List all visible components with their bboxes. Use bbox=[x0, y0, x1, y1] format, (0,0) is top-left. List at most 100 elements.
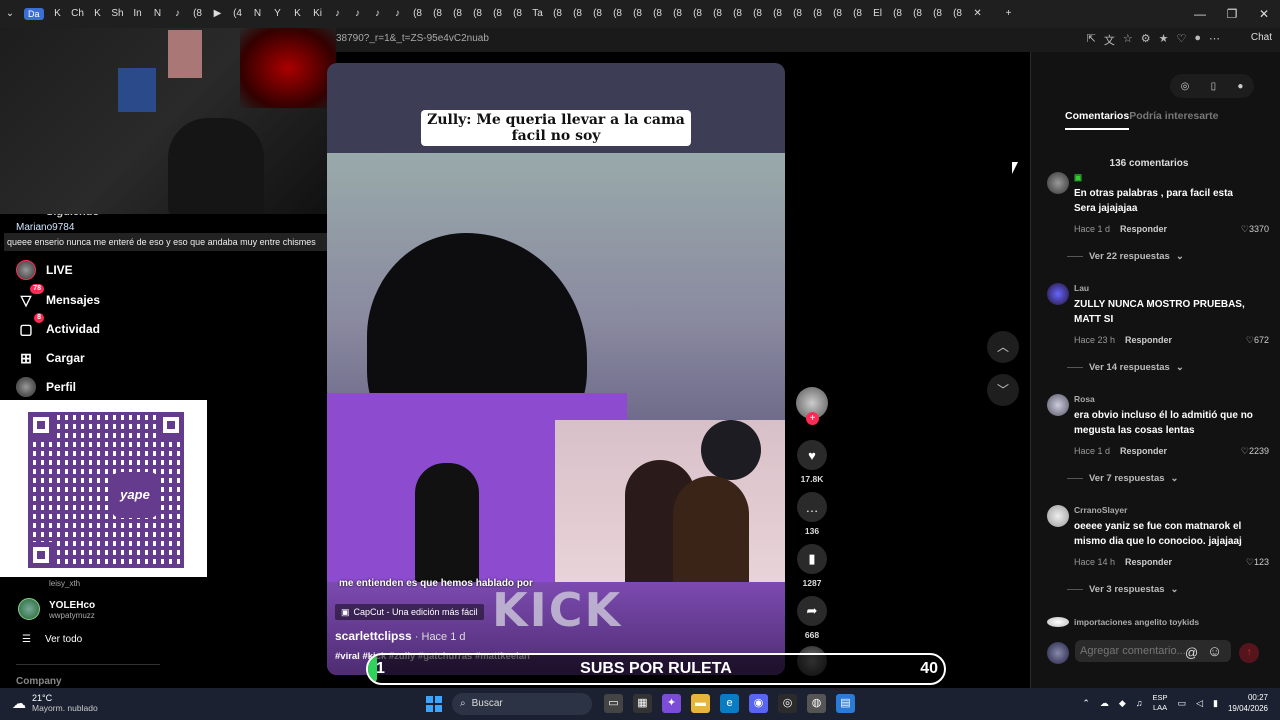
heart-icon[interactable]: ♥ bbox=[797, 440, 827, 470]
author-name[interactable]: scarlettclipss bbox=[335, 629, 412, 643]
tab-comments[interactable]: Comentarios bbox=[1065, 110, 1130, 130]
obs-icon[interactable]: ◎ bbox=[778, 694, 797, 713]
browser-tab[interactable]: (8 bbox=[411, 7, 425, 21]
copilot-icon[interactable]: ✦ bbox=[662, 694, 681, 713]
browser-tab[interactable]: K bbox=[91, 7, 105, 21]
following-handle[interactable]: wwpatymuzz bbox=[49, 611, 95, 620]
browser-tab[interactable]: (8 bbox=[711, 7, 725, 21]
app-tray-icon[interactable]: ◆ bbox=[1119, 698, 1126, 709]
browser-tab[interactable]: ▶ bbox=[211, 7, 225, 21]
comment-likes[interactable]: ♡123 bbox=[1246, 557, 1269, 568]
reply-button[interactable]: Responder bbox=[1125, 335, 1172, 345]
commenter-avatar[interactable] bbox=[1047, 394, 1069, 416]
browser-tab[interactable]: (8 bbox=[771, 7, 785, 21]
browser-tab[interactable]: (8 bbox=[591, 7, 605, 21]
browser-tab[interactable]: (8 bbox=[631, 7, 645, 21]
weather-widget[interactable]: ☁ 21°C Mayorm. nublado bbox=[12, 693, 98, 713]
browser-tab[interactable]: Ki bbox=[311, 7, 325, 21]
sidebar-item-activity[interactable]: ▢ 8 Actividad bbox=[16, 313, 100, 341]
browser-tab[interactable]: N bbox=[151, 7, 165, 21]
following-name[interactable]: YOLEHco bbox=[49, 600, 95, 611]
following-avatar[interactable] bbox=[18, 598, 40, 620]
browser-tab[interactable]: (8 bbox=[791, 7, 805, 21]
previous-video-button[interactable]: ︿ bbox=[987, 331, 1019, 363]
commenter-name[interactable]: ▣ bbox=[1074, 172, 1082, 183]
close-tab-icon[interactable]: ✕ bbox=[971, 7, 985, 21]
bookmark-icon[interactable]: ▮ bbox=[797, 544, 827, 574]
commenter-name[interactable]: importaciones angelito toykids bbox=[1074, 617, 1199, 627]
commenter-avatar[interactable] bbox=[1047, 505, 1069, 527]
commenter-name[interactable]: Lau bbox=[1074, 283, 1089, 293]
browser-tab[interactable]: (8 bbox=[571, 7, 585, 21]
comment-action[interactable]: … 136 bbox=[794, 492, 830, 536]
follow-plus-icon[interactable]: + bbox=[806, 412, 819, 425]
browser-tab[interactable]: (8 bbox=[651, 7, 665, 21]
discord-icon[interactable]: ◉ bbox=[749, 694, 768, 713]
edge-icon[interactable]: e bbox=[720, 694, 739, 713]
sidebar-item-messages[interactable]: ▽ 78 Mensajes bbox=[16, 284, 100, 312]
open-in-app-icon[interactable]: ⇱ bbox=[1087, 32, 1096, 48]
browser-tab[interactable]: N bbox=[251, 7, 265, 21]
video-player[interactable]: KICK Zully: Me queria llevar a la cama f… bbox=[327, 63, 785, 675]
tab-might-interest[interactable]: Podría interesarte bbox=[1129, 110, 1218, 130]
browser-tab[interactable]: Ch bbox=[71, 7, 85, 21]
battery-icon[interactable]: ▮ bbox=[1213, 698, 1218, 709]
browser-tab[interactable]: (8 bbox=[891, 7, 905, 21]
sidebar-item-live[interactable]: LIVE bbox=[16, 258, 73, 282]
browser-tab[interactable]: (8 bbox=[691, 7, 705, 21]
next-video-button[interactable]: ﹀ bbox=[987, 374, 1019, 406]
browser-tab[interactable]: (8 bbox=[551, 7, 565, 21]
microphone-icon[interactable]: ♫ bbox=[1136, 698, 1143, 708]
app-icon[interactable]: ▤ bbox=[836, 694, 855, 713]
commenter-name[interactable]: CrranoSlayer bbox=[1074, 505, 1127, 515]
volume-icon[interactable]: ◁ bbox=[1196, 698, 1203, 709]
tab-menu-icon[interactable]: ⌄ bbox=[3, 7, 17, 21]
cloud-sync-icon[interactable]: ☁ bbox=[1100, 698, 1109, 709]
file-explorer-icon[interactable]: ▬ bbox=[691, 694, 710, 713]
active-tab[interactable]: Da bbox=[24, 8, 44, 20]
comment-likes[interactable]: ♡2239 bbox=[1241, 446, 1269, 457]
minimize-button[interactable]: — bbox=[1184, 0, 1216, 28]
store-icon[interactable]: ▦ bbox=[633, 694, 652, 713]
browser-tab[interactable]: (8 bbox=[951, 7, 965, 21]
browser-tab[interactable]: (8 bbox=[451, 7, 465, 21]
browser-tab[interactable]: K bbox=[51, 7, 65, 21]
see-all-link[interactable]: ☰ Ver todo bbox=[22, 634, 82, 645]
network-icon[interactable]: ▭ bbox=[1178, 698, 1187, 709]
browser-tab[interactable]: (8 bbox=[831, 7, 845, 21]
browser-tab[interactable]: (8 bbox=[471, 7, 485, 21]
clock[interactable]: 00:27 19/04/2026 bbox=[1228, 692, 1268, 714]
maximize-button[interactable]: ❐ bbox=[1216, 0, 1248, 28]
browser-tab[interactable]: (8 bbox=[611, 7, 625, 21]
commenter-avatar[interactable] bbox=[1047, 617, 1069, 627]
browser-tab[interactable]: ♪ bbox=[171, 7, 185, 21]
browser-tab[interactable]: Y bbox=[271, 7, 285, 21]
app-icon[interactable]: ◍ bbox=[807, 694, 826, 713]
address-bar[interactable]: 38790?_r=1&_t=ZS-95e4vC2nuab ⇱ 文 ☆ ⚙ ★ ♡… bbox=[336, 28, 1280, 52]
browser-tab[interactable]: (8 bbox=[751, 7, 765, 21]
browser-tab[interactable]: (8 bbox=[811, 7, 825, 21]
translate-icon[interactable]: 文 bbox=[1104, 32, 1115, 48]
browser-tab[interactable]: Ta bbox=[531, 7, 545, 21]
commenter-avatar[interactable] bbox=[1047, 283, 1069, 305]
comment-likes[interactable]: ♡672 bbox=[1246, 335, 1269, 346]
view-replies[interactable]: Ver 3 respuestas ⌄ bbox=[1067, 584, 1179, 595]
browser-tab[interactable]: (8 bbox=[911, 7, 925, 21]
view-replies[interactable]: Ver 14 respuestas ⌄ bbox=[1067, 362, 1184, 373]
browser-tab[interactable]: ♪ bbox=[391, 7, 405, 21]
reply-button[interactable]: Responder bbox=[1120, 446, 1167, 456]
view-replies[interactable]: Ver 7 respuestas ⌄ bbox=[1067, 473, 1179, 484]
profile-icon[interactable]: ● bbox=[1194, 32, 1201, 48]
browser-tab[interactable]: ♪ bbox=[371, 7, 385, 21]
browser-tab[interactable]: (8 bbox=[511, 7, 525, 21]
mention-icon[interactable]: @ bbox=[1185, 645, 1198, 660]
copilot-chat-button[interactable]: Chat bbox=[1251, 32, 1272, 43]
url-text[interactable]: 38790?_r=1&_t=ZS-95e4vC2nuab bbox=[336, 33, 489, 44]
browser-tab[interactable]: ♪ bbox=[351, 7, 365, 21]
favorite-star-icon[interactable]: ☆ bbox=[1123, 32, 1133, 48]
favorites-icon[interactable]: ★ bbox=[1159, 32, 1169, 48]
footer-company-link[interactable]: Company bbox=[16, 676, 62, 687]
following-handle[interactable]: leisy_xth bbox=[49, 579, 80, 588]
browser-tab[interactable]: (8 bbox=[731, 7, 745, 21]
browser-tab[interactable]: (8 bbox=[851, 7, 865, 21]
